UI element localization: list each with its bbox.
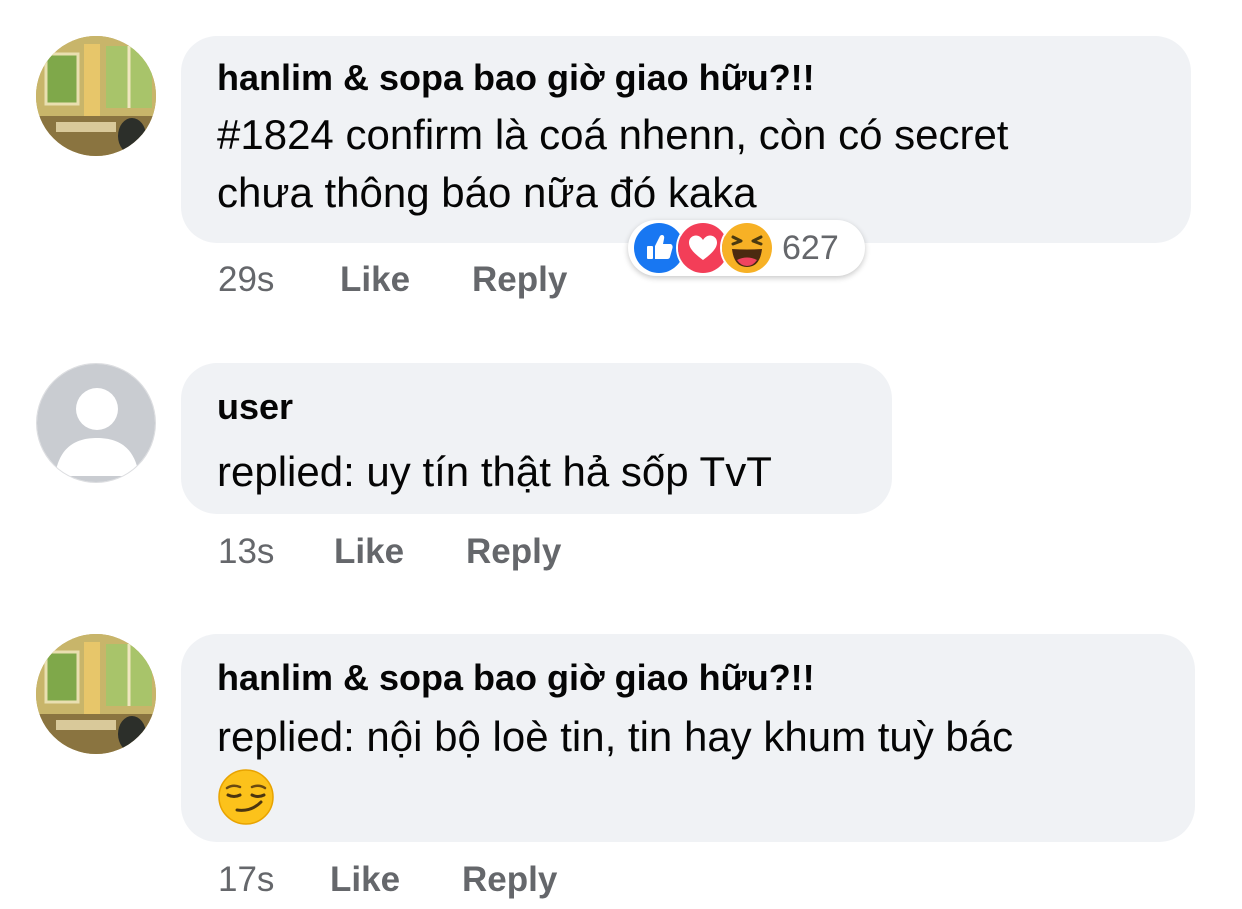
comment-actions: 29s Like Reply <box>218 260 567 300</box>
reply-button[interactable]: Reply <box>466 532 561 572</box>
room-photo-icon <box>36 36 156 156</box>
reply-button[interactable]: Reply <box>472 260 567 300</box>
like-button[interactable]: Like <box>334 532 466 572</box>
reaction-summary[interactable]: 627 <box>628 220 865 276</box>
haha-icon <box>720 221 774 275</box>
avatar[interactable] <box>36 634 156 754</box>
comment-author[interactable]: hanlim & sopa bao giờ giao hữu?!! <box>217 56 1155 100</box>
comment-author[interactable]: user <box>217 385 856 429</box>
comment-timestamp: 29s <box>218 260 275 299</box>
comment-bubble[interactable]: hanlim & sopa bao giờ giao hữu?!! #1824 … <box>181 36 1191 243</box>
comment-text-line: #1824 confirm là coá nhenn, còn có secre… <box>217 111 1009 158</box>
comment-timestamp: 13s <box>218 532 275 571</box>
comment-timestamp: 17s <box>218 860 275 899</box>
default-user-avatar-icon <box>37 364 155 482</box>
smirk-emoji-icon <box>217 768 275 826</box>
room-photo-icon <box>36 634 156 754</box>
like-button[interactable]: Like <box>340 260 472 300</box>
reaction-count: 627 <box>782 228 839 267</box>
comment-text-line: replied: nội bộ loè tin, tin hay khum tu… <box>217 713 1014 760</box>
like-button[interactable]: Like <box>330 860 462 900</box>
comment-bubble[interactable]: hanlim & sopa bao giờ giao hữu?!! replie… <box>181 634 1195 842</box>
avatar[interactable] <box>36 36 156 156</box>
reply-button[interactable]: Reply <box>462 860 557 900</box>
avatar[interactable] <box>36 363 156 483</box>
comment-text-line: chưa thông báo nữa đó kaka <box>217 169 757 216</box>
comment-author[interactable]: hanlim & sopa bao giờ giao hữu?!! <box>217 656 1159 700</box>
comment-actions: 17s Like Reply <box>218 860 557 900</box>
comment-bubble[interactable]: user replied: uy tín thật hả sốp TvT <box>181 363 892 514</box>
comment-text-line <box>217 768 1159 828</box>
comment-text-line: replied: uy tín thật hả sốp TvT <box>217 448 772 495</box>
comment-actions: 13s Like Reply <box>218 532 561 572</box>
